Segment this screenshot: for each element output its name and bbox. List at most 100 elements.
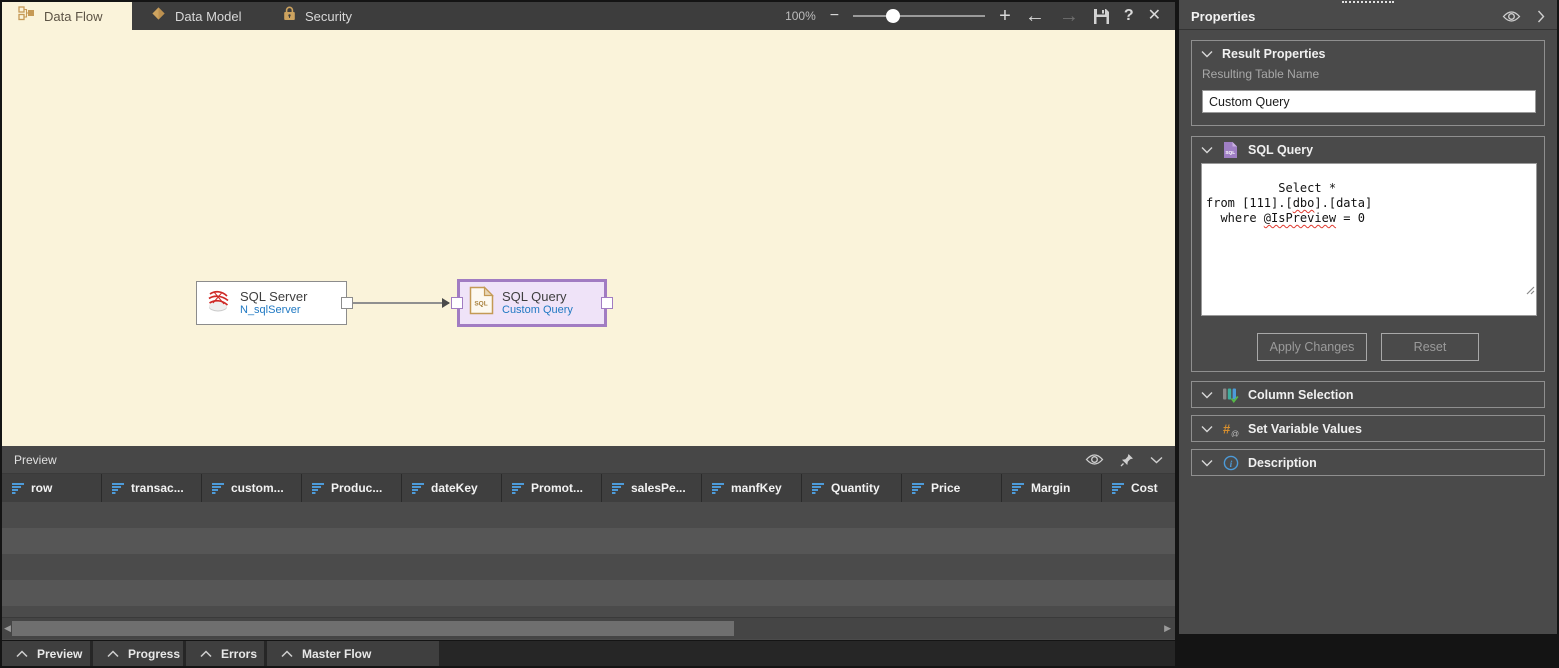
column-header[interactable]: dateKey (402, 474, 502, 502)
column-header-label: row (31, 481, 52, 495)
output-port[interactable] (341, 297, 353, 309)
scrollbar-thumb[interactable] (12, 621, 734, 636)
variable-hash-icon: #@ (1222, 421, 1239, 437)
node-title: SQL Server (240, 289, 307, 304)
column-header[interactable]: salesPe... (602, 474, 702, 502)
bottom-tab-progress[interactable]: Progress (93, 641, 183, 666)
sql-server-icon (206, 288, 232, 319)
column-type-icon (212, 483, 225, 494)
column-type-icon (512, 483, 525, 494)
column-type-icon (12, 483, 25, 494)
tab-data-model[interactable]: Data Model (135, 2, 264, 30)
preview-data-rows[interactable] (2, 502, 1175, 617)
column-type-icon (812, 483, 825, 494)
data-flow-icon (18, 6, 35, 26)
chevron-up-icon (16, 650, 28, 658)
section-header-column-selection[interactable]: Column Selection (1192, 382, 1544, 407)
column-header-label: transac... (131, 481, 184, 495)
connector-arrow-icon (442, 298, 450, 308)
top-bar: Data Flow Data Model Security 100% − + ←… (2, 2, 1175, 30)
lock-icon (283, 6, 296, 26)
bottom-tab-master-flow[interactable]: Master Flow (267, 641, 439, 666)
column-header[interactable]: Price (902, 474, 1002, 502)
connector-line (353, 302, 449, 304)
column-header[interactable]: Margin (1002, 474, 1102, 502)
tab-data-flow[interactable]: Data Flow (2, 2, 132, 30)
save-button[interactable] (1093, 8, 1110, 25)
resulting-table-name-label: Resulting Table Name (1202, 67, 1534, 81)
section-header-description[interactable]: i Description (1192, 450, 1544, 475)
section-header-sql-query[interactable]: SQL SQL Query (1192, 137, 1544, 162)
svg-text:SQL: SQL (1225, 150, 1235, 156)
column-header[interactable]: Cost (1102, 474, 1175, 502)
column-header[interactable]: row (2, 474, 102, 502)
tab-label: Data Flow (44, 9, 103, 24)
preview-panel-title: Preview (14, 453, 57, 467)
canvas-toolbar: 100% − + ← → ? ✕ (399, 2, 1175, 30)
resize-grip-icon[interactable] (1439, 269, 1535, 314)
horizontal-scrollbar[interactable]: ◀ ▶ (2, 617, 1175, 639)
resulting-table-name-input[interactable] (1202, 90, 1536, 113)
tab-label: Security (305, 9, 352, 24)
column-header[interactable]: Quantity (802, 474, 902, 502)
column-header[interactable]: Promot... (502, 474, 602, 502)
section-header-set-variable-values[interactable]: #@ Set Variable Values (1192, 416, 1544, 441)
scroll-right-icon[interactable]: ▶ (1164, 623, 1171, 634)
node-title: SQL Query (502, 289, 573, 304)
data-model-icon (151, 6, 166, 26)
zoom-slider[interactable] (853, 9, 985, 23)
column-header-label: Promot... (531, 481, 583, 495)
chevron-down-icon (1201, 425, 1213, 433)
redo-button[interactable]: → (1059, 6, 1079, 26)
reset-button[interactable]: Reset (1381, 333, 1479, 361)
chevron-down-icon (1201, 50, 1213, 58)
bottom-tab-errors[interactable]: Errors (186, 641, 264, 666)
output-port[interactable] (601, 297, 613, 309)
zoom-out-button[interactable]: − (830, 8, 839, 24)
svg-text:@: @ (1231, 429, 1239, 437)
collapse-chevron-down-icon[interactable] (1150, 456, 1163, 464)
chevron-up-icon (107, 650, 119, 658)
input-port[interactable] (451, 297, 463, 309)
pin-icon[interactable] (1120, 453, 1134, 467)
column-header-label: Produc... (331, 481, 382, 495)
node-sql-server[interactable]: SQL Server N_sqlServer (196, 281, 347, 325)
column-type-icon (612, 483, 625, 494)
panel-drag-handle[interactable] (1342, 1, 1394, 3)
column-header[interactable]: Produc... (302, 474, 402, 502)
column-header-label: Margin (1031, 481, 1070, 495)
scroll-left-icon[interactable]: ◀ (4, 623, 11, 634)
column-header-label: dateKey (431, 481, 478, 495)
tab-security[interactable]: Security (267, 2, 396, 30)
collapse-chevron-right-icon[interactable] (1537, 10, 1545, 23)
column-header[interactable]: manfKey (702, 474, 802, 502)
chevron-down-icon (1201, 459, 1213, 467)
preview-column-headers: row transac... custom... Produc... dateKey Pr… (2, 474, 1175, 502)
eye-icon[interactable] (1502, 10, 1521, 23)
zoom-slider-thumb[interactable] (886, 9, 900, 23)
section-header-result-properties[interactable]: Result Properties (1192, 41, 1544, 66)
zoom-in-button[interactable]: + (999, 6, 1011, 26)
section-set-variable-values: #@ Set Variable Values (1191, 415, 1545, 442)
undo-button[interactable]: ← (1025, 6, 1045, 26)
watch-eye-icon[interactable] (1085, 453, 1104, 466)
sql-query-editor[interactable]: Select * from [111].[dbo].[data] where @… (1201, 163, 1537, 316)
app-window: Data Flow Data Model Security 100% − + ←… (0, 0, 1559, 668)
section-column-selection: Column Selection (1191, 381, 1545, 408)
bottom-tab-preview[interactable]: Preview (2, 641, 90, 666)
help-button[interactable]: ? (1124, 8, 1134, 24)
column-header-label: salesPe... (631, 481, 686, 495)
sql-file-icon: SQL (469, 286, 494, 320)
preview-panel-header: Preview (2, 446, 1175, 474)
column-type-icon (1112, 483, 1125, 494)
column-type-icon (712, 483, 725, 494)
close-button[interactable]: ✕ (1148, 8, 1161, 24)
info-icon: i (1222, 455, 1239, 471)
column-header[interactable]: custom... (202, 474, 302, 502)
node-sql-query[interactable]: SQL SQL Query Custom Query (457, 279, 607, 327)
column-selection-icon (1222, 387, 1239, 403)
apply-changes-button[interactable]: Apply Changes (1257, 333, 1367, 361)
svg-text:#: # (1223, 421, 1231, 436)
column-header[interactable]: transac... (102, 474, 202, 502)
data-flow-canvas[interactable]: SQL Server N_sqlServer SQL SQL Query Cus… (2, 30, 1175, 446)
